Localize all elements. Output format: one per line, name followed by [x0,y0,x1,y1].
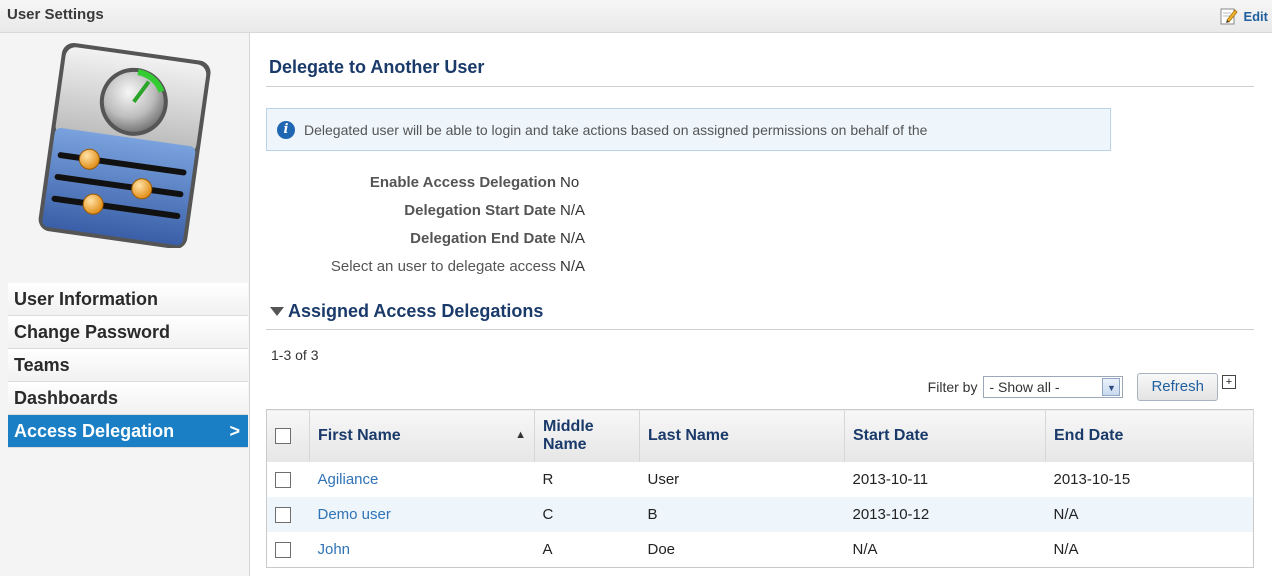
table-header-row: First Name ▲ Middle Name Last Name Start… [266,409,1254,462]
cell-first-name: Agiliance [310,462,535,497]
column-label: End Date [1054,427,1124,444]
edit-label: Edit [1243,8,1268,24]
field-select-user: Select an user to delegate access N/A [262,252,585,280]
sidebar-item-label: Dashboards [14,388,119,408]
table-row: Agiliance R User 2013-10-11 2013-10-15 [267,462,1254,497]
column-end-date[interactable]: End Date [1045,409,1254,462]
column-last-name[interactable]: Last Name [639,409,845,462]
user-link[interactable]: John [318,541,351,558]
cell-start-date: 2013-10-11 [852,471,929,488]
sidebar-item-label: User Information [14,289,159,309]
info-text: Delegated user will be able to login and… [304,121,928,138]
cell-middle-name: R [542,471,554,488]
filter-selected-value: - Show all - [989,379,1060,395]
cell-end-date: N/A [1053,541,1079,558]
table-row: Demo user C B 2013-10-12 N/A [266,497,1254,532]
main-content: Delegate to Another User i Delegated use… [262,33,1254,576]
sidebar-item-label: Access Delegation [14,421,175,441]
row-select-cell [266,497,310,532]
edit-button[interactable]: Edit [1219,6,1268,26]
delegations-table: First Name ▲ Middle Name Last Name Start… [266,409,1254,568]
field-value: N/A [560,257,586,275]
field-value: N/A [560,201,586,219]
window-header: User Settings Edit [0,0,1272,33]
field-value: No [560,173,580,191]
section-title: Delegate to Another User [269,57,485,77]
delegation-fields: Enable Access Delegation No Delegation S… [262,168,585,280]
column-label: Start Date [853,427,929,444]
cell-last-name: B [639,497,845,532]
field-delegation-start-date: Delegation Start Date N/A [262,196,585,224]
sidebar: User Information Change Password Teams D… [0,33,250,576]
collapse-triangle-icon [270,307,284,316]
field-label: Enable Access Delegation [369,173,556,191]
sidebar-nav: User Information Change Password Teams D… [8,283,248,448]
page-title: User Settings [7,6,104,23]
sidebar-item-change-password[interactable]: Change Password [8,316,248,349]
assigned-section-title: Assigned Access Delegations [288,301,544,321]
sidebar-item-teams[interactable]: Teams [8,349,248,382]
cell-last-name: User [647,471,680,488]
field-delegation-end-date: Delegation End Date N/A [262,224,585,252]
info-banner: i Delegated user will be able to login a… [266,108,1111,151]
edit-icon [1220,8,1238,25]
column-label: First Name [318,427,401,444]
filter-bar: Filter by - Show all - ▼ Refresh [928,373,1218,401]
column-label: Last Name [648,427,729,444]
field-label: Select an user to delegate access [330,257,556,275]
sort-ascending-icon: ▲ [515,429,526,441]
info-icon: i [277,120,295,139]
cell-end-date: N/A [1045,497,1254,532]
row-checkbox[interactable] [275,542,291,559]
sidebar-item-label: Change Password [14,322,171,342]
assigned-section-toggle[interactable]: Assigned Access Delegations [270,301,543,322]
table-row: John A Doe N/A N/A [267,532,1254,568]
divider [266,86,1254,87]
user-link[interactable]: Demo user [318,506,391,523]
row-select-cell [267,532,310,568]
cell-first-name: Demo user [309,497,535,532]
select-all-checkbox[interactable] [275,427,291,444]
column-middle-name[interactable]: Middle Name [534,409,640,462]
settings-dial-icon [38,43,211,248]
refresh-button[interactable]: Refresh [1137,373,1218,401]
chevron-right-icon: > [229,421,240,441]
filter-label: Filter by [927,379,978,395]
sidebar-item-label: Teams [14,355,70,375]
sidebar-item-dashboards[interactable]: Dashboards [8,382,248,415]
sidebar-item-access-delegation[interactable]: Access Delegation > [8,415,248,448]
column-label: Middle Name [543,418,594,453]
field-enable-access-delegation: Enable Access Delegation No [262,168,585,196]
expand-icon[interactable]: + [1222,375,1236,389]
row-checkbox[interactable] [275,507,291,524]
dropdown-arrow-icon: ▼ [1102,378,1121,396]
cell-end-date: 2013-10-15 [1053,471,1131,488]
filter-select[interactable]: - Show all - ▼ [983,376,1124,398]
field-value: N/A [560,229,586,247]
sidebar-item-user-information[interactable]: User Information [8,283,248,316]
cell-start-date: N/A [852,541,878,558]
cell-last-name: Doe [647,541,676,558]
cell-start-date: 2013-10-12 [844,497,1046,532]
user-link[interactable]: Agiliance [318,471,379,488]
record-count: 1-3 of 3 [271,347,319,363]
cell-middle-name: A [542,541,553,558]
column-first-name[interactable]: First Name ▲ [309,409,535,462]
divider [266,329,1254,330]
row-select-cell [267,462,310,497]
cell-middle-name: C [534,497,640,532]
column-start-date[interactable]: Start Date [844,409,1046,462]
field-label: Delegation Start Date [404,201,556,219]
cell-first-name: John [310,532,535,568]
row-checkbox[interactable] [275,472,291,489]
select-all-cell [266,409,310,462]
field-label: Delegation End Date [410,229,556,247]
